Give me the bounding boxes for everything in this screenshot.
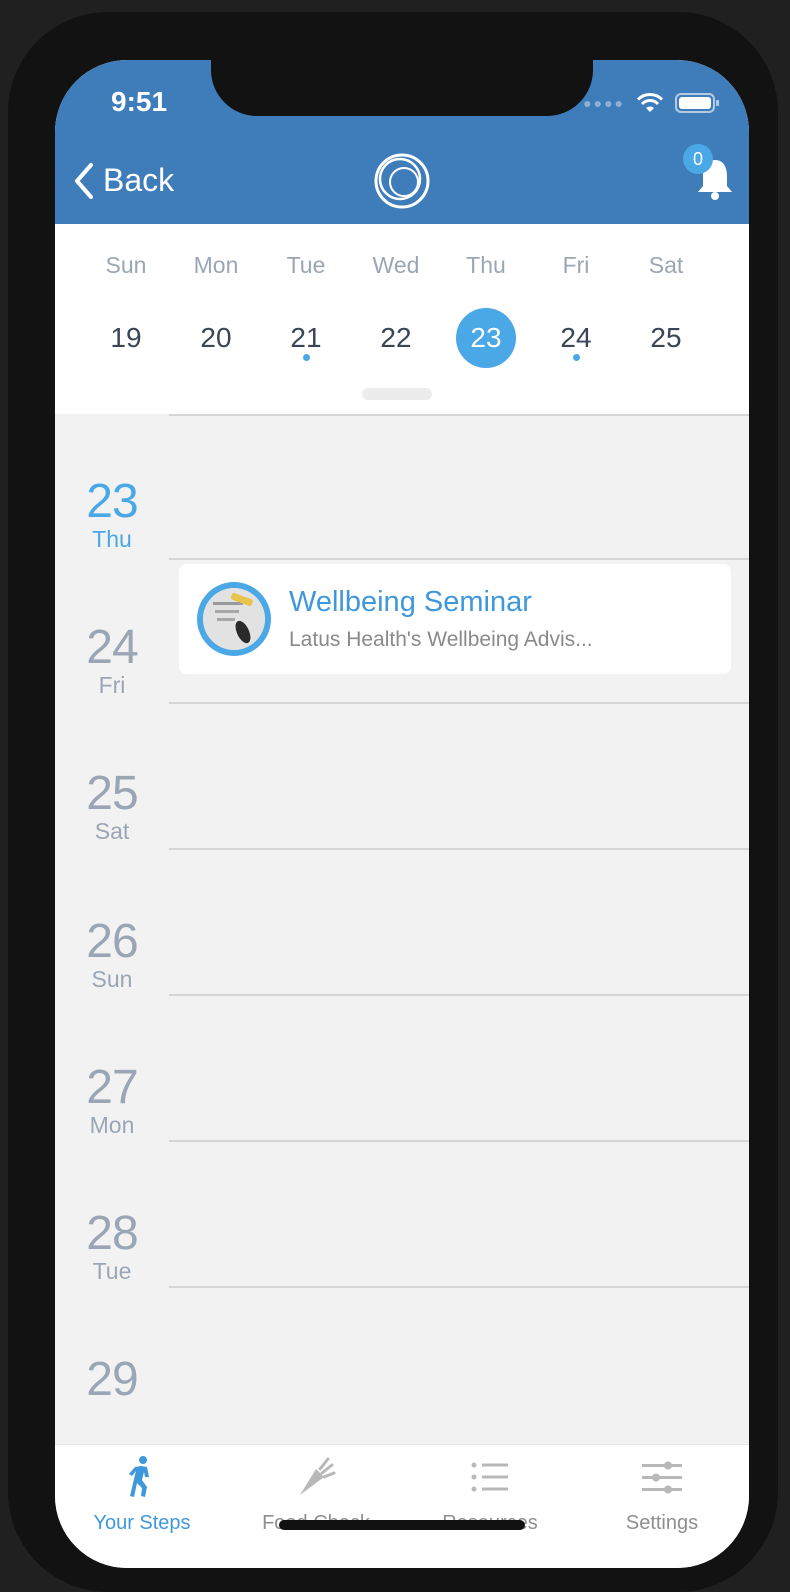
status-time: 9:51: [111, 86, 168, 117]
agenda-date-number: 29: [86, 1353, 138, 1406]
sliders-icon: [642, 1461, 682, 1494]
back-label: Back: [103, 162, 175, 198]
day-number[interactable]: 22: [351, 308, 441, 368]
event-subtitle: Latus Health's Wellbeing Advis...: [289, 628, 593, 651]
weekday-label: Fri: [562, 252, 590, 278]
agenda-date-number: 28: [86, 1207, 138, 1260]
event-dot: [573, 354, 580, 361]
app-logo-icon: [374, 153, 430, 209]
row-divider: [169, 702, 749, 704]
back-button[interactable]: Back: [73, 162, 174, 199]
notification-badge: 0: [683, 144, 713, 174]
event-card[interactable]: Wellbeing Seminar Latus Health's Wellbei…: [179, 564, 731, 674]
agenda-list[interactable]: 23 Thu 24 Fri Wellbeing Seminar Latus He…: [55, 414, 749, 1444]
day-number[interactable]: 19: [81, 308, 171, 368]
status-icons: ●●●●: [583, 92, 721, 114]
weekday-label: Mon: [193, 252, 239, 278]
tab-your-steps[interactable]: Your Steps: [55, 1455, 229, 1535]
tab-settings[interactable]: Settings: [575, 1455, 749, 1535]
home-indicator: [279, 1520, 525, 1530]
notifications-button[interactable]: 0: [683, 144, 735, 205]
agenda-date-number: 25: [86, 767, 138, 820]
row-divider: [169, 558, 749, 560]
event-thumbnail: [197, 582, 271, 656]
week-strip: Sun Mon Tue Wed Thu Fri Sat 19 20 21 22 …: [55, 224, 749, 414]
tab-label: Your Steps: [93, 1512, 191, 1534]
agenda-date-day: Sun: [91, 966, 133, 992]
weekday-label: Sat: [648, 252, 684, 278]
weekday-label: Sun: [105, 252, 147, 278]
battery-icon: [675, 93, 719, 113]
device-notch: [211, 60, 593, 116]
tab-label: Settings: [625, 1512, 699, 1534]
phone-frame: 9:51 ●●●● Back 0 Sun Mon Tue Wed Thu Fri…: [8, 12, 778, 1592]
agenda-date-number: 26: [86, 915, 138, 968]
chevron-left-icon: [75, 162, 93, 199]
tab-bar: Your Steps Food Check Resources: [55, 1444, 749, 1568]
agenda-date-day: Tue: [92, 1258, 132, 1284]
app-header: 9:51 ●●●● Back 0: [55, 60, 749, 224]
row-divider: [169, 414, 749, 416]
agenda-date-day: Sat: [94, 818, 130, 844]
drag-handle[interactable]: [362, 388, 432, 400]
agenda-date-number: 27: [86, 1061, 138, 1114]
day-number[interactable]: 25: [621, 308, 711, 368]
seminar-photo-icon: [203, 588, 265, 650]
agenda-date-day: Fri: [98, 672, 126, 698]
agenda-date-day: Thu: [92, 526, 132, 552]
event-title: Wellbeing Seminar: [289, 586, 532, 618]
signal-icon: ●●●●: [583, 95, 625, 111]
weekday-label: Thu: [466, 252, 506, 278]
row-divider: [169, 1286, 749, 1288]
agenda-date-day: Mon: [89, 1112, 135, 1138]
row-divider: [169, 1140, 749, 1142]
agenda-date-number: 23: [86, 475, 138, 528]
app-screen: 9:51 ●●●● Back 0 Sun Mon Tue Wed Thu Fri…: [55, 60, 749, 1568]
weekday-label: Wed: [372, 252, 420, 278]
carrot-icon: [300, 1457, 336, 1495]
row-divider: [169, 848, 749, 850]
list-icon: [471, 1462, 508, 1492]
event-dot: [303, 354, 310, 361]
agenda-date-number: 24: [86, 621, 138, 674]
row-divider: [169, 994, 749, 996]
day-number-selected[interactable]: 23: [441, 308, 531, 368]
walking-icon: [129, 1456, 149, 1497]
wifi-icon: [636, 93, 664, 112]
day-number[interactable]: 20: [171, 308, 261, 368]
weekday-label: Tue: [286, 252, 326, 278]
